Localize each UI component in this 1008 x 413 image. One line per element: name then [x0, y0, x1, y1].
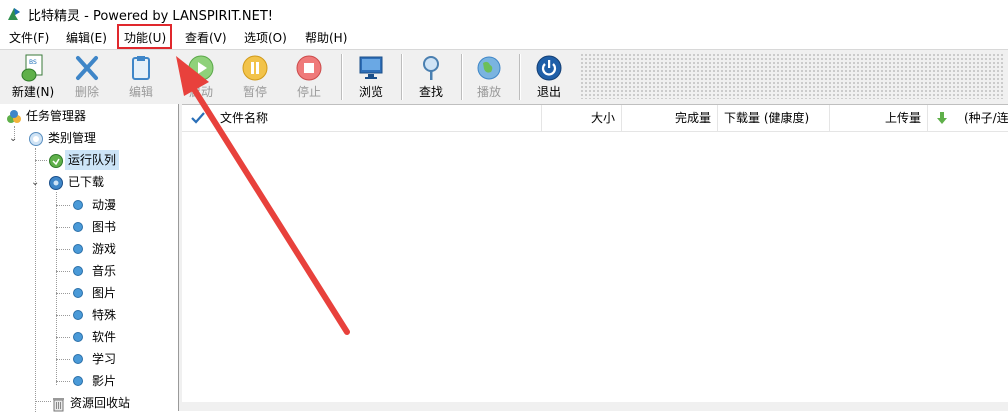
task-list-header: 文件名称 大小 完成量 下载量 (健康度) 上传量 (种子/连	[182, 105, 1008, 132]
start-button[interactable]: 启动	[178, 52, 224, 102]
toolbar-grip	[580, 53, 1004, 99]
horizontal-scrollbar[interactable]	[182, 402, 1008, 411]
svg-text:BS: BS	[29, 59, 37, 66]
browse-button[interactable]: 浏览	[348, 52, 394, 102]
pause-circle-icon	[242, 55, 268, 81]
task-tree: 任务管理器 ⌄ 类别管理 运行队列 ⌄ 已下载 动漫 图书 游戏 音乐 图片 特…	[0, 104, 179, 412]
recycle-bin-icon	[53, 398, 64, 412]
search-icon	[423, 56, 439, 80]
exit-button[interactable]: 退出	[526, 52, 572, 102]
blue-dot-icon	[73, 244, 83, 254]
power-icon	[536, 55, 562, 81]
pane-splitter[interactable]	[179, 104, 182, 411]
column-size[interactable]: 大小	[542, 105, 622, 131]
downloaded-icon	[49, 176, 63, 190]
column-downloaded-health[interactable]: 下载量 (健康度)	[718, 105, 830, 131]
pause-button[interactable]: 暂停	[232, 52, 278, 102]
clipboard-icon	[132, 56, 150, 80]
blue-dot-icon	[73, 200, 83, 210]
blue-dot-icon	[73, 332, 83, 342]
play-circle-icon	[188, 55, 214, 81]
collapse-chevron-icon[interactable]: ⌄	[9, 133, 17, 144]
toolbar-separator	[401, 54, 403, 100]
menu-file[interactable]: 文件(F)	[9, 30, 49, 46]
toolbar-separator	[461, 54, 463, 100]
column-file-name[interactable]: 文件名称	[214, 105, 542, 131]
window-title: 比特精灵 - Powered by LANSPIRIT.NET!	[28, 9, 274, 24]
menu-view[interactable]: 查看(V)	[185, 30, 227, 46]
column-uploaded[interactable]: 上传量	[830, 105, 928, 131]
blue-dot-icon	[73, 266, 83, 276]
monitor-icon	[359, 56, 383, 79]
delete-icon	[76, 56, 98, 80]
globe-icon	[477, 56, 501, 80]
blue-dot-icon	[73, 354, 83, 364]
menu-options[interactable]: 选项(O)	[244, 30, 287, 46]
task-manager-icon	[7, 110, 21, 123]
app-icon	[8, 8, 20, 20]
blue-dot-icon	[73, 288, 83, 298]
toolbar: BS 新建(N) 删除 编辑 启动 暂停 停止 浏览 查找 播放 退出	[0, 49, 1008, 105]
sort-down-arrow-icon	[937, 112, 947, 124]
new-file-icon: BS	[21, 54, 43, 82]
menu-edit[interactable]: 编辑(E)	[66, 30, 107, 46]
running-queue-icon	[49, 154, 63, 168]
blue-dot-icon	[73, 222, 83, 232]
stop-circle-icon	[296, 55, 322, 81]
find-button[interactable]: 查找	[408, 52, 454, 102]
column-seeds[interactable]: (种子/连	[958, 105, 1008, 131]
menu-help[interactable]: 帮助(H)	[305, 30, 347, 46]
edit-button[interactable]: 编辑	[118, 52, 164, 102]
blue-dot-icon	[73, 376, 83, 386]
toolbar-separator	[519, 54, 521, 100]
delete-button[interactable]: 删除	[64, 52, 110, 102]
blue-dot-icon	[73, 310, 83, 320]
stop-button[interactable]: 停止	[286, 52, 332, 102]
column-completed[interactable]: 完成量	[622, 105, 718, 131]
category-icon	[29, 132, 43, 146]
title-bar: 比特精灵 - Powered by LANSPIRIT.NET!	[0, 0, 1008, 27]
menu-highlight-box	[117, 24, 172, 49]
new-button[interactable]: BS 新建(N)	[8, 52, 58, 102]
collapse-chevron-icon[interactable]: ⌄	[31, 177, 39, 188]
checkmark-icon[interactable]	[190, 111, 206, 125]
toolbar-separator	[341, 54, 343, 100]
play-button[interactable]: 播放	[466, 52, 512, 102]
